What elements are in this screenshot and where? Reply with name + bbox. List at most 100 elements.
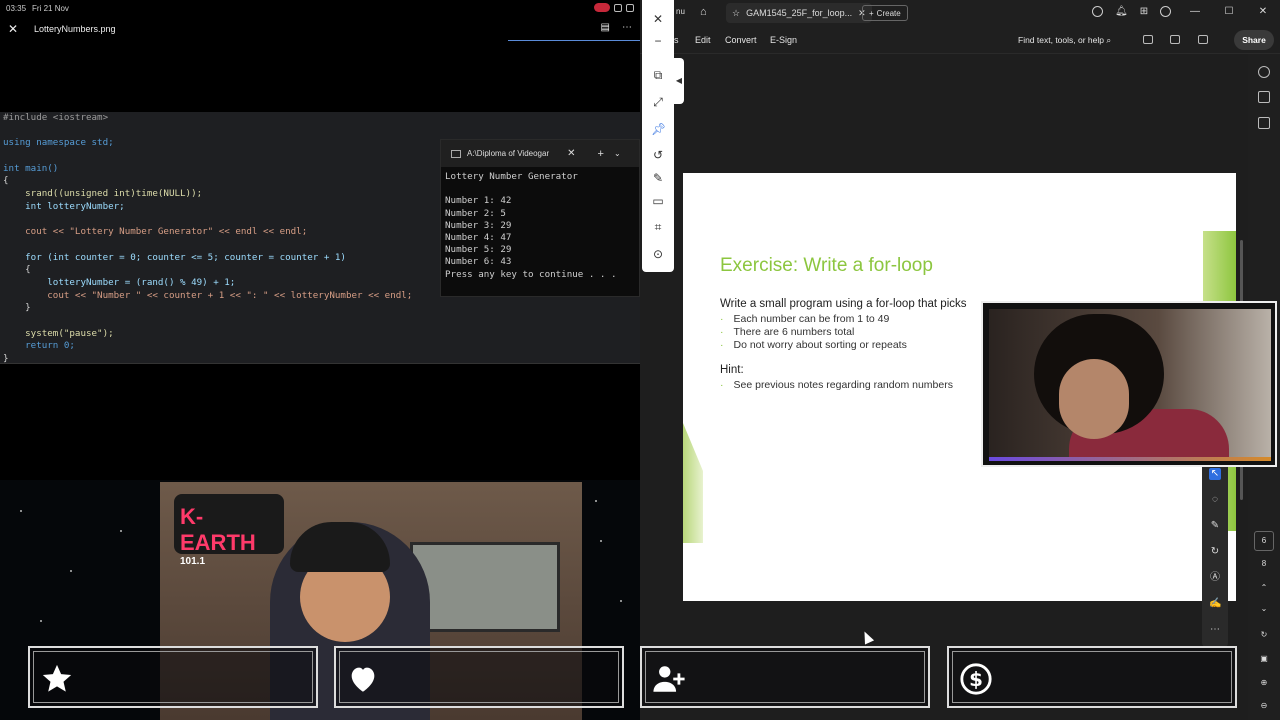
comment-icon[interactable]: ▤: [601, 22, 610, 33]
share-button[interactable]: Share: [1234, 30, 1274, 50]
alert-panel-donation: $: [947, 646, 1237, 708]
star-dot: [620, 600, 622, 602]
quick-tools-bar: ↖ ◌ ✎ ↻ Ⓐ ✍ ⋯: [1202, 462, 1228, 647]
menu-item-esign[interactable]: E-Sign: [770, 35, 797, 45]
text-box-icon[interactable]: Ⓐ: [1209, 572, 1221, 584]
apps-grid-icon[interactable]: ⊞: [1140, 6, 1148, 17]
pin-icon[interactable]: 📌︎: [651, 122, 666, 136]
slide-hint-bullet: · See previous notes regarding random num…: [720, 379, 953, 391]
document-tab[interactable]: ☆ GAM1545_25F_for_loop... ✕: [726, 3, 872, 23]
bullet-text: See previous notes regarding random numb…: [733, 379, 953, 391]
wifi-icon: [626, 3, 634, 12]
highlight-pen-icon[interactable]: ✎: [1209, 520, 1221, 532]
comment-icon[interactable]: ◌: [1209, 494, 1221, 506]
upload-icon[interactable]: [1170, 35, 1180, 44]
bullet-text: Each number can be from 1 to 49: [733, 313, 890, 325]
eraser-icon[interactable]: ▭: [651, 194, 665, 208]
webcam-overlay: [981, 301, 1277, 467]
station-frequency: 101.1: [180, 556, 206, 567]
slide-bullet: · Each number can be from 1 to 49: [720, 313, 889, 325]
find-label: Find text, tools, or help: [1018, 35, 1104, 45]
expand-icon[interactable]: ⤢: [651, 95, 665, 109]
menu-item-convert[interactable]: Convert: [725, 35, 757, 45]
terminal-tab[interactable]: A:\Diploma of Videogar ✕: [451, 148, 576, 159]
more-icon[interactable]: ⋯: [1209, 624, 1221, 636]
load-progress-bar: [508, 40, 640, 41]
window-controls: — ☐ ✕: [1178, 0, 1280, 24]
status-date: Fri 21 Nov: [32, 3, 69, 13]
select-cursor-icon[interactable]: ↖: [1209, 468, 1221, 480]
print-icon[interactable]: [1198, 35, 1208, 44]
minimize-icon[interactable]: —: [1178, 0, 1212, 24]
current-page-number[interactable]: 6: [1254, 531, 1274, 551]
page-up-icon[interactable]: ⌃: [1254, 583, 1274, 592]
status-bar: 03:35 Fri 21 Nov: [0, 0, 640, 16]
star-outline-icon[interactable]: ☆: [732, 8, 740, 19]
star-dot: [595, 500, 597, 502]
alert-panel-subscriber: [640, 646, 930, 708]
minimize-icon[interactable]: −: [651, 34, 665, 48]
slide-bullet: · Do not worry about sorting or repeats: [720, 339, 907, 351]
new-tab-button[interactable]: +: [598, 148, 604, 160]
ai-assistant-icon[interactable]: [1258, 66, 1270, 78]
avatar[interactable]: [1160, 6, 1172, 17]
save-page-icon[interactable]: ▣: [1254, 654, 1274, 663]
refresh-icon[interactable]: ↻: [1254, 630, 1274, 639]
menu-button[interactable]: nu: [676, 7, 685, 16]
undo-icon[interactable]: ↺: [651, 148, 665, 162]
maximize-icon[interactable]: ☐: [1212, 0, 1246, 24]
home-icon[interactable]: ⌂: [700, 6, 707, 18]
code-line: system("pause");: [3, 327, 114, 339]
code-line: return 0;: [3, 340, 75, 352]
terminal-output: Lottery Number Generator Number 1: 42 Numb…: [441, 167, 639, 281]
station-logo: K-EARTH 101.1: [174, 494, 284, 567]
snip-window-icon[interactable]: ⧉: [651, 68, 665, 82]
terminal-line: Number 5: 29: [445, 244, 512, 256]
image-viewer: 03:35 Fri 21 Nov ✕ LotteryNumbers.png ▤ …: [0, 0, 640, 480]
title-bar-icons: 🔔︎ ⊞: [1092, 6, 1172, 17]
bookmark-icon[interactable]: [1258, 91, 1270, 103]
menu-item-edit[interactable]: Edit: [695, 35, 711, 45]
star-dot: [20, 510, 22, 512]
zoom-out-icon[interactable]: ⊖: [1254, 701, 1274, 710]
sign-icon[interactable]: ✍: [1209, 598, 1221, 610]
chevron-down-icon[interactable]: ⌄: [614, 149, 621, 158]
window-close-icon[interactable]: ✕: [1246, 0, 1280, 24]
bell-icon[interactable]: 🔔︎: [1115, 6, 1128, 17]
star-dot: [120, 530, 122, 532]
terminal-line: Number 6: 43: [445, 256, 512, 268]
close-icon[interactable]: ✕: [651, 12, 665, 26]
viewer-toolbar: ✕ LotteryNumbers.png ▤ ⋯: [0, 16, 640, 42]
station-logo-text: K-EARTH: [180, 504, 256, 555]
star-dot: [70, 570, 72, 572]
search-icon: ⌕: [1106, 35, 1112, 45]
alert-panel-follow: [334, 646, 624, 708]
help-icon[interactable]: [1092, 6, 1103, 17]
slide-intro: Write a small program using a for-loop t…: [720, 298, 967, 310]
pen-icon[interactable]: ✎: [651, 171, 665, 185]
menu-item-tools[interactable]: s: [674, 35, 679, 45]
collapse-panel-tab[interactable]: ◀: [674, 58, 684, 104]
zoom-in-icon[interactable]: ⊕: [1254, 678, 1274, 687]
pages-icon[interactable]: [1258, 117, 1270, 129]
page-down-icon[interactable]: ⌄: [1254, 604, 1274, 613]
close-icon[interactable]: ✕: [0, 22, 26, 36]
find-tools-search[interactable]: Find text, tools, or help ⌕: [1018, 35, 1111, 46]
lasso-icon[interactable]: ↻: [1209, 546, 1221, 558]
status-time: 03:35: [6, 3, 27, 13]
svg-text:$: $: [969, 668, 983, 691]
save-icon[interactable]: [1143, 35, 1153, 44]
recording-icon: [594, 3, 610, 12]
crop-icon[interactable]: ⌗: [651, 220, 665, 234]
create-button[interactable]: + Create: [862, 5, 908, 21]
more-icon[interactable]: ⋯: [622, 22, 632, 33]
viewer-actions: ▤ ⋯: [601, 22, 632, 33]
document-tab-title: GAM1545_25F_for_loop...: [746, 8, 853, 18]
create-label: Create: [876, 8, 901, 18]
bullet-icon: ·: [720, 313, 724, 325]
target-icon[interactable]: ⊙: [651, 247, 665, 261]
image-file-name: LotteryNumbers.png: [34, 24, 116, 34]
studio-window: [410, 542, 560, 632]
close-tab-icon[interactable]: ✕: [567, 148, 575, 159]
